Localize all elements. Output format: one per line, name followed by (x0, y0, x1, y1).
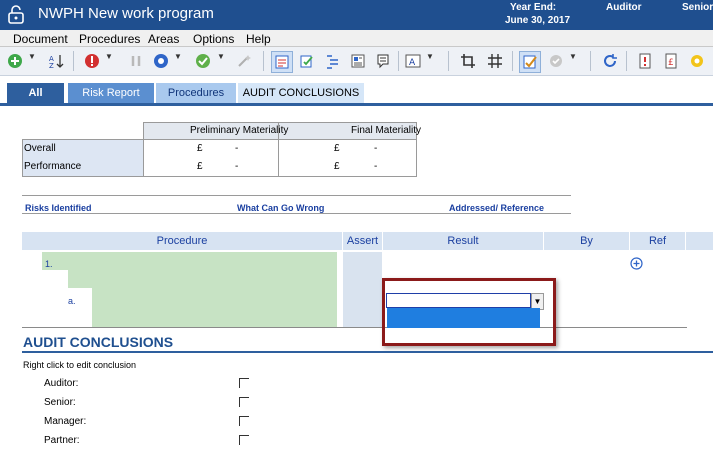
record-icon[interactable] (153, 51, 169, 71)
role-senior: Senior (682, 2, 713, 13)
record-dropdown-icon[interactable]: ▼ (174, 52, 182, 61)
edit-check-icon[interactable] (299, 51, 315, 71)
refresh-icon[interactable] (602, 51, 618, 71)
procedure-item-cell[interactable] (42, 252, 337, 270)
procedure-subitem-letter: a. (68, 296, 76, 306)
procedure-column-header[interactable]: Procedure (22, 232, 343, 250)
audit-conclusions-title: AUDIT CONCLUSIONS (23, 334, 174, 350)
signoff-icon (523, 55, 537, 69)
year-end-date: June 30, 2017 (505, 15, 571, 26)
add-icon[interactable] (7, 51, 23, 71)
lock-icon (8, 5, 24, 24)
ref-column-header[interactable]: Ref (630, 232, 686, 250)
tab-all[interactable]: All (7, 83, 64, 103)
assert-column-header[interactable]: Assert (343, 232, 383, 250)
check-dropdown-icon[interactable]: ▼ (217, 52, 225, 61)
row-divider (22, 327, 687, 328)
year-end-label: Year End: (510, 2, 557, 13)
highlight-box (382, 278, 556, 346)
prelim-currency: £ (197, 161, 203, 172)
stamp-icon[interactable] (548, 51, 564, 71)
signoff-checkbox-senior[interactable] (239, 397, 249, 407)
materiality-table: Preliminary Materiality Final Materialit… (22, 122, 422, 177)
signoff-label-manager: Manager: (44, 416, 87, 427)
text-format-icon[interactable]: A (405, 51, 421, 71)
assert-cell[interactable] (343, 252, 382, 328)
svg-text:Z: Z (49, 62, 54, 70)
settings-icon[interactable] (689, 51, 705, 71)
final-currency: £ (334, 143, 340, 154)
prelim-currency: £ (197, 143, 203, 154)
preliminary-materiality-header: Preliminary Materiality (190, 125, 289, 136)
tab-risk-report[interactable]: Risk Report (68, 83, 154, 103)
title-bar: NWPH New work program Year End: June 30,… (0, 0, 713, 30)
prelim-value[interactable]: - (235, 143, 238, 154)
final-value[interactable]: - (374, 161, 377, 172)
menu-areas[interactable]: Areas (148, 32, 179, 46)
audit-conclusions-hint: Right click to edit conclusion (23, 360, 137, 370)
app-title: NWPH New work program (38, 5, 214, 22)
prelim-value[interactable]: - (235, 161, 238, 172)
stamp-dropdown-icon[interactable]: ▼ (569, 52, 577, 61)
sort-az-icon[interactable]: AZ (48, 51, 64, 71)
signoff-button[interactable] (519, 51, 541, 73)
report-icon[interactable] (637, 51, 653, 71)
currency-icon[interactable]: £ (663, 51, 679, 71)
menu-bar: Document Procedures Areas Options Help (0, 30, 713, 47)
final-materiality-header: Final Materiality (351, 125, 422, 136)
stop-icon[interactable] (84, 51, 100, 71)
tab-underline (0, 103, 713, 106)
plus-circle-icon[interactable] (630, 257, 643, 270)
what-can-go-wrong-header: What Can Go Wrong (237, 203, 325, 213)
document-icon[interactable] (350, 51, 366, 71)
menu-help[interactable]: Help (246, 32, 271, 46)
svg-text:£: £ (668, 58, 674, 68)
procedure-subitem-cell[interactable] (92, 288, 337, 328)
signoff-label-partner: Partner: (44, 435, 80, 446)
risks-identified-header: Risks Identified (25, 203, 92, 213)
stop-dropdown-icon[interactable]: ▼ (105, 52, 113, 61)
svg-text:A: A (409, 58, 416, 68)
toolbar: ▼ AZ ▼ ▼ ▼ A ▼ ▼ £ (0, 47, 713, 76)
final-value[interactable]: - (374, 143, 377, 154)
grid-icon[interactable] (487, 51, 503, 71)
add-dropdown-icon[interactable]: ▼ (28, 52, 36, 61)
signoff-checkbox-auditor[interactable] (239, 378, 249, 388)
result-column-header[interactable]: Result (383, 232, 544, 250)
tab-audit-conclusions[interactable]: AUDIT CONCLUSIONS (238, 83, 364, 103)
addressed-reference-header: Addressed/ Reference (449, 203, 545, 213)
form-icon (275, 55, 289, 69)
materiality-row-label: Overall (24, 143, 56, 154)
materiality-row-label: Performance (24, 161, 82, 172)
pause-icon[interactable] (128, 51, 144, 71)
menu-procedures[interactable]: Procedures (79, 32, 140, 46)
final-currency: £ (334, 161, 340, 172)
risks-divider (22, 195, 571, 196)
list-icon[interactable] (325, 51, 341, 71)
signoff-checkbox-manager[interactable] (239, 416, 249, 426)
menu-document[interactable]: Document (13, 32, 68, 46)
audit-conclusions-divider (22, 351, 713, 353)
note-icon[interactable] (375, 51, 391, 71)
tab-procedures[interactable]: Procedures (156, 83, 236, 103)
procedure-item-cell[interactable] (68, 270, 337, 288)
by-column-header[interactable]: By (544, 232, 630, 250)
check-icon[interactable] (195, 51, 211, 71)
text-format-dropdown-icon[interactable]: ▼ (426, 52, 434, 61)
risks-divider (22, 213, 571, 214)
wand-icon[interactable] (236, 51, 252, 71)
signoff-checkbox-partner[interactable] (239, 435, 249, 445)
extra-column-header (686, 232, 713, 250)
signoff-label-auditor: Auditor: (44, 378, 79, 389)
crop-icon[interactable] (460, 51, 476, 71)
signoff-label-senior: Senior: (44, 397, 76, 408)
form-view-button[interactable] (271, 51, 293, 73)
menu-options[interactable]: Options (193, 32, 234, 46)
role-auditor: Auditor (606, 2, 642, 13)
procedure-item-number: 1. (45, 259, 53, 269)
